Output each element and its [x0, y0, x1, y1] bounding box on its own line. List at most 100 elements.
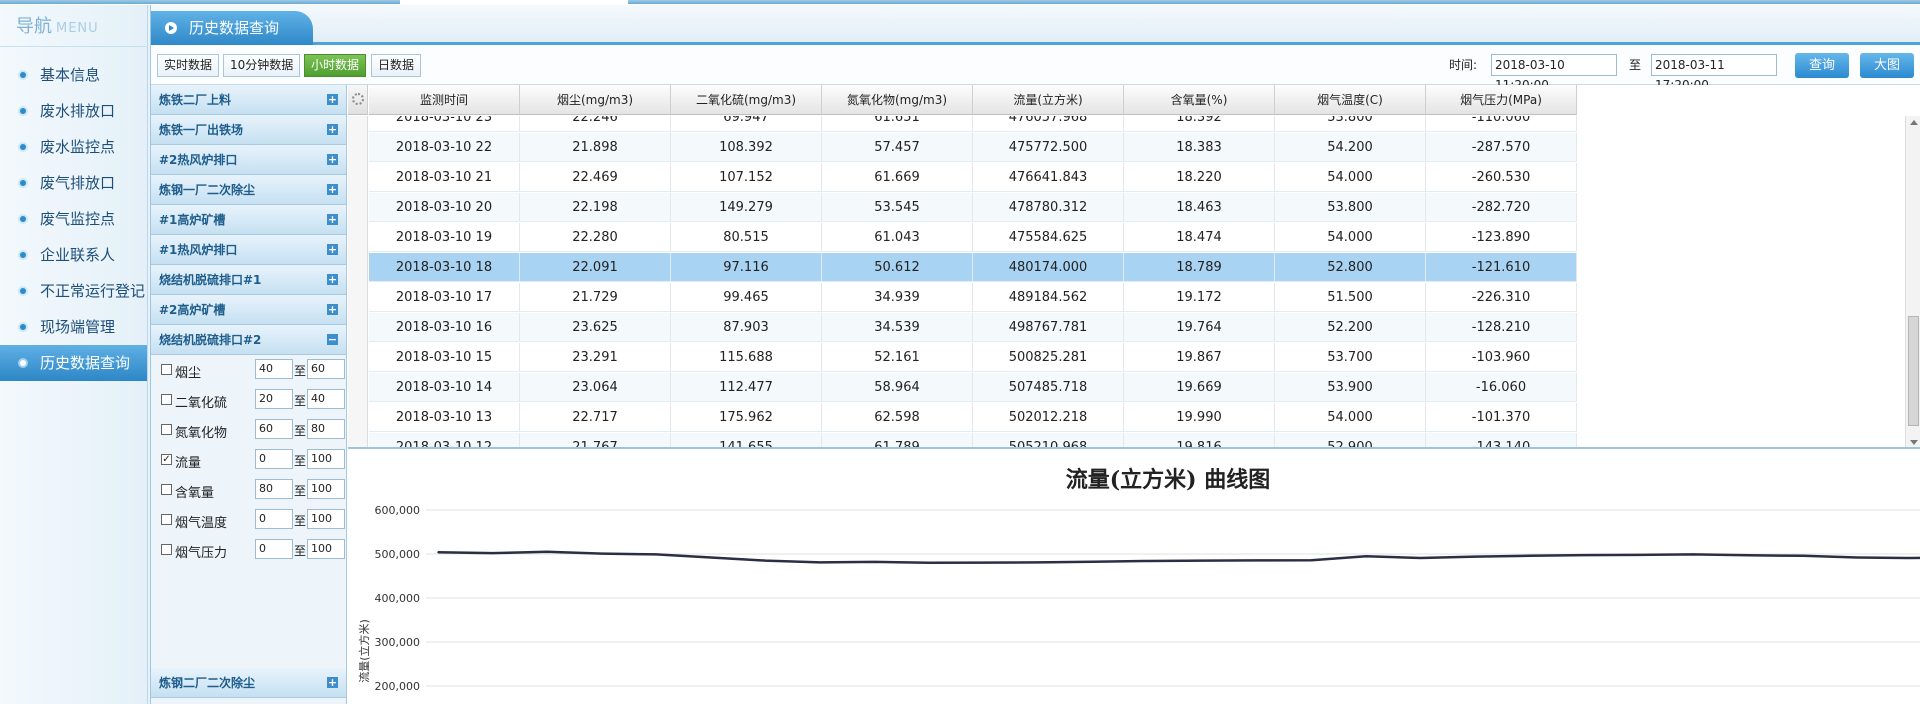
column-header[interactable]: 含氧量(%) [1124, 85, 1275, 114]
table-row[interactable]: 2018-03-10 17 21.729 99.465 34.939 489184.56… [369, 283, 1577, 312]
filter-max-input[interactable]: 80 [307, 419, 345, 439]
expand-icon[interactable]: + [327, 244, 338, 255]
table-cell: 507485.718 [973, 373, 1124, 401]
filter-checkbox[interactable]: ✓ [161, 454, 172, 465]
nav-item[interactable]: 废气排放口 [0, 165, 147, 201]
filter-max-input[interactable]: 100 [307, 449, 345, 469]
scroll-down-icon[interactable] [1910, 440, 1918, 445]
expand-icon[interactable]: + [327, 124, 338, 135]
expand-icon[interactable]: + [327, 677, 338, 688]
column-header[interactable]: 二氧化硫(mg/m3) [671, 85, 822, 114]
scroll-up-icon[interactable] [1910, 120, 1918, 125]
big-chart-button[interactable]: 大图 [1860, 53, 1914, 78]
nav-item[interactable]: 不正常运行登记 [0, 273, 147, 309]
nav-item[interactable]: 废气监控点 [0, 201, 147, 237]
vertical-scrollbar[interactable] [1905, 116, 1920, 447]
table-row[interactable]: 2018-03-10 13 22.717 175.962 62.598 502012.2… [369, 403, 1577, 432]
table-row[interactable]: 2018-03-10 12 21.767 141.655 61.789 505210.9… [369, 433, 1577, 447]
group-header[interactable]: 烧结机脱硫排口#2 − [151, 325, 346, 355]
table-cell: 175.962 [671, 403, 822, 431]
expand-icon[interactable]: + [327, 274, 338, 285]
group-header[interactable]: 炼钢二厂二次除尘 + [151, 668, 346, 698]
table-cell: 2018-03-10 22 [369, 133, 520, 161]
group-header[interactable]: 炼钢一厂二次除尘 + [151, 175, 346, 205]
column-header[interactable]: 烟尘(mg/m3) [520, 85, 671, 114]
table-row[interactable]: 2018-03-10 19 22.280 80.515 61.043 475584.62… [369, 223, 1577, 252]
table-row[interactable]: 2018-03-10 15 23.291 115.688 52.161 500825.2… [369, 343, 1577, 372]
filter-min-input[interactable]: 80 [255, 479, 293, 499]
to-label: 至 [1629, 58, 1642, 72]
filter-max-input[interactable]: 100 [307, 539, 345, 559]
nav-item[interactable]: 现场端管理 [0, 309, 147, 345]
group-header[interactable]: 烧结机脱硫排口#1 + [151, 265, 346, 295]
filter-min-input[interactable]: 40 [255, 359, 293, 379]
data-point [983, 561, 985, 564]
filter-min-input[interactable]: 0 [255, 539, 293, 559]
filter-max-input[interactable]: 100 [307, 479, 345, 499]
realtime-data-button[interactable]: 实时数据 [157, 54, 220, 77]
table-cell: 62.598 [822, 403, 973, 431]
filter-checkbox[interactable] [161, 394, 172, 405]
filter-min-input[interactable]: 0 [255, 449, 293, 469]
ten-minute-data-button[interactable]: 10分钟数据 [223, 54, 301, 77]
filter-min-input[interactable]: 20 [255, 389, 293, 409]
group-header[interactable]: 炼铁二厂上料 + [151, 85, 346, 115]
start-time-input[interactable]: 2018-03-10 11:20:00 [1491, 54, 1617, 92]
group-header[interactable]: 炼铁一厂出铁场 + [151, 115, 346, 145]
nav-item[interactable]: 废水监控点 [0, 129, 147, 165]
column-header[interactable]: 流量(立方米) [973, 85, 1124, 114]
nav-item[interactable]: 基本信息 [0, 57, 147, 93]
expand-icon[interactable]: + [327, 94, 338, 105]
column-header[interactable]: 监测时间 [369, 85, 520, 114]
group-header[interactable]: #1高炉矿槽 + [151, 205, 346, 235]
group-header[interactable]: #1热风炉排口 + [151, 235, 346, 265]
table-row[interactable]: 2018-03-10 20 22.198 149.279 53.545 478780.3… [369, 193, 1577, 222]
filter-max-input[interactable]: 60 [307, 359, 345, 379]
table-row[interactable]: 2018-03-10 18 22.091 97.116 50.612 480174.00… [369, 253, 1577, 282]
filter-checkbox[interactable] [161, 364, 172, 375]
table-row[interactable]: 2018-03-10 14 23.064 112.477 58.964 507485.7… [369, 373, 1577, 402]
column-header[interactable]: 氮氧化物(mg/m3) [822, 85, 973, 114]
group-header[interactable]: #2高炉矿槽 + [151, 295, 346, 325]
nav-item[interactable]: 废水排放口 [0, 93, 147, 129]
filter-min-input[interactable]: 60 [255, 419, 293, 439]
bullet-icon [18, 142, 28, 152]
filter-checkbox[interactable] [161, 544, 172, 555]
table-row[interactable]: 2018-03-10 21 22.469 107.152 61.669 476641.8… [369, 163, 1577, 192]
expand-icon[interactable]: + [327, 154, 338, 165]
y-tick-label: 500,000 [375, 548, 421, 561]
nav-item[interactable]: 企业联系人 [0, 237, 147, 273]
table-cell: 61.789 [822, 433, 973, 447]
settings-gear-icon[interactable] [348, 85, 368, 115]
query-button[interactable]: 查询 [1795, 53, 1849, 78]
filter-max-input[interactable]: 100 [307, 509, 345, 529]
group-header[interactable]: #2热风炉排口 + [151, 145, 346, 175]
table-cell: 22.280 [520, 223, 671, 251]
expand-icon[interactable]: + [327, 214, 338, 225]
column-header[interactable]: 烟气压力(MPa) [1426, 85, 1577, 114]
filter-row: ✓ 流量 0 至 100 [151, 445, 346, 475]
table-cell: 23.291 [520, 343, 671, 371]
end-time-input[interactable]: 2018-03-11 17:20:00 [1651, 54, 1777, 92]
expand-icon[interactable]: + [327, 304, 338, 315]
collapse-icon[interactable]: − [327, 334, 338, 345]
filter-max-input[interactable]: 40 [307, 389, 345, 409]
table-cell: 61.651 [822, 116, 973, 131]
filter-checkbox[interactable] [161, 514, 172, 525]
column-header[interactable]: 烟气温度(C) [1275, 85, 1426, 114]
hourly-data-button[interactable]: 小时数据 [304, 54, 367, 77]
filter-checkbox[interactable] [161, 424, 172, 435]
tab-history-query[interactable]: 历史数据查询 [151, 11, 313, 45]
table-row[interactable]: 2018-03-10 16 23.625 87.903 34.539 498767.78… [369, 313, 1577, 342]
table-cell: 19.816 [1124, 433, 1275, 447]
table-row[interactable]: 2018-03-10 23 22.246 69.947 61.651 476057.96… [369, 116, 1577, 132]
expand-icon[interactable]: + [327, 184, 338, 195]
scroll-thumb[interactable] [1908, 316, 1919, 426]
nav-item[interactable]: 历史数据查询 [0, 345, 147, 381]
daily-data-button[interactable]: 日数据 [371, 54, 422, 77]
table-row[interactable]: 2018-03-10 22 21.898 108.392 57.457 475772.5… [369, 133, 1577, 162]
filter-min-input[interactable]: 0 [255, 509, 293, 529]
table-cell: 52.161 [822, 343, 973, 371]
group-label: 炼钢一厂二次除尘 [159, 183, 256, 197]
filter-checkbox[interactable] [161, 484, 172, 495]
